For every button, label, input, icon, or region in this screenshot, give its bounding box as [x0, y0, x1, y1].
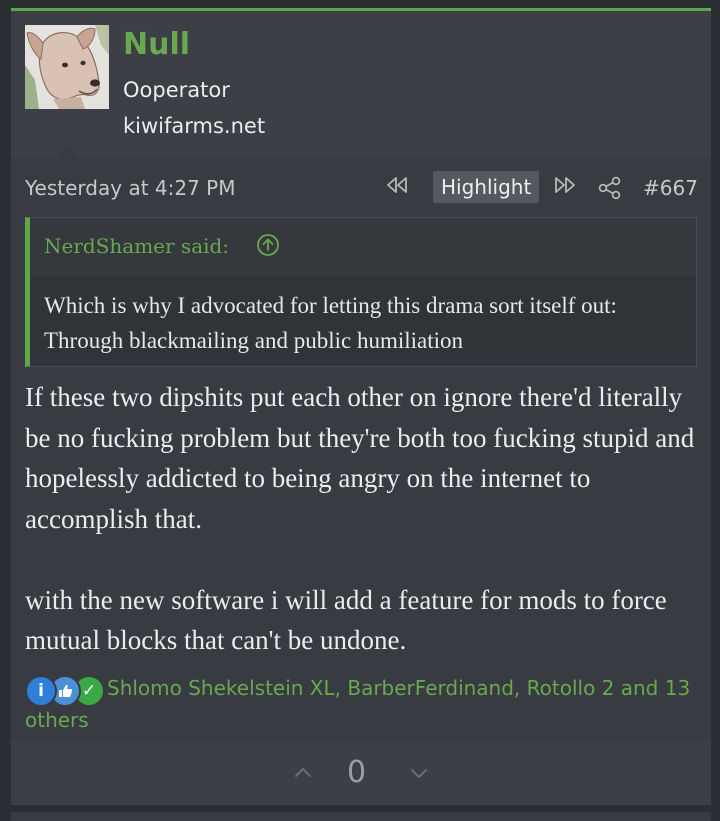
arrow-up-circle-icon	[257, 234, 279, 256]
reactions-bar: i ✓ Shlomo Shekelstein XL, BarberFerdina…	[25, 673, 705, 736]
post-container: Null Ooperator kiwifarms.net Yesterday a…	[11, 8, 711, 805]
chevron-up-icon	[295, 768, 311, 777]
message-paragraph: with the new software i will add a featu…	[25, 584, 667, 656]
downvote-button[interactable]	[407, 761, 431, 785]
reaction-users-link[interactable]: Shlomo Shekelstein XL, BarberFerdinand, …	[25, 676, 690, 732]
post-meta-row: Yesterday at 4:27 PM Highlight #667	[25, 171, 705, 205]
share-icon	[598, 176, 621, 200]
user-block-arrow	[57, 145, 77, 157]
quote-header: NerdShamer said:	[30, 218, 696, 276]
quote-block: NerdShamer said: Which is why I advocate…	[25, 217, 697, 367]
dog-avatar-icon	[25, 25, 109, 109]
message-paragraph: If these two dipshits put each other on …	[25, 382, 695, 534]
username[interactable]: Null	[123, 25, 190, 65]
post-message: If these two dipshits put each other on …	[25, 377, 705, 661]
user-title: Ooperator	[123, 78, 230, 102]
rewind-icon	[387, 177, 407, 193]
share-button[interactable]	[597, 175, 623, 201]
next-post-button[interactable]	[549, 175, 581, 201]
vote-bar: 0	[11, 741, 711, 805]
quote-author[interactable]: NerdShamer said:	[44, 232, 229, 260]
vote-count: 0	[347, 755, 367, 790]
reaction-icons[interactable]: i ✓	[25, 674, 105, 707]
go-to-quoted-post-button[interactable]	[256, 233, 280, 257]
highlight-button[interactable]: Highlight	[433, 171, 540, 203]
user-block: Null Ooperator kiwifarms.net	[11, 11, 711, 157]
informative-icon: i	[25, 674, 57, 707]
user-avatar[interactable]	[25, 25, 109, 109]
post-date[interactable]: Yesterday at 4:27 PM	[25, 174, 236, 202]
previous-post-button[interactable]	[381, 175, 413, 201]
next-post-edge	[11, 812, 711, 821]
chevron-down-icon	[411, 769, 427, 778]
post-number-link[interactable]: #667	[643, 174, 698, 202]
quote-text: Which is why I advocated for letting thi…	[44, 293, 617, 353]
upvote-button[interactable]	[291, 761, 315, 785]
fast-forward-icon	[555, 177, 575, 193]
user-banner: kiwifarms.net	[123, 114, 266, 138]
